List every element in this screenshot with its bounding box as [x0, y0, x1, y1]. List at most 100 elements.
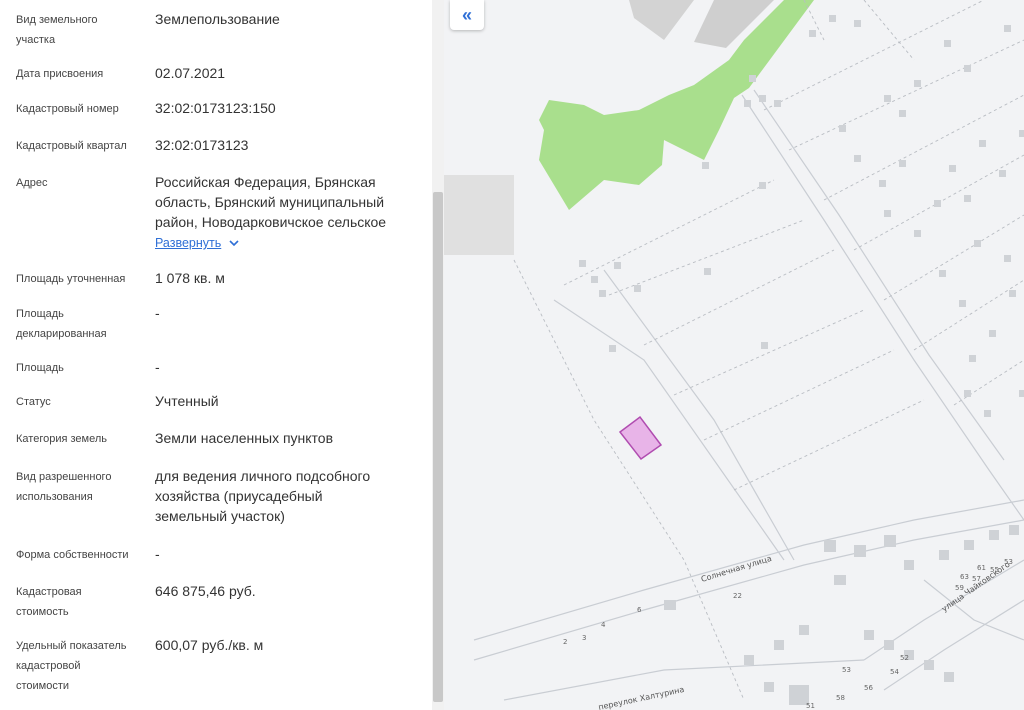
property-label-line: участка	[16, 34, 56, 46]
property-label-line: Площадь	[16, 362, 64, 374]
house-number: 61	[977, 564, 986, 572]
property-value-line: Учтенный	[155, 393, 219, 409]
house-number: 2	[563, 638, 567, 646]
property-value-line: 32:02:0173123	[155, 137, 249, 153]
property-label: Форма собственности	[16, 545, 148, 565]
house-number: 54	[890, 668, 899, 676]
property-label: Статус	[16, 392, 148, 412]
property-label-line: Удельный показатель	[16, 640, 127, 652]
house-number-labels: 22 6 4 2 3 63 61 59 57 55 53 5254 56 58 51 53	[563, 558, 1013, 710]
panel-scrollbar-thumb[interactable]	[433, 192, 443, 702]
property-label: Категория земель	[16, 429, 148, 449]
double-chevron-left-icon: «	[461, 4, 472, 25]
property-value-line: 646 875,46 руб.	[155, 583, 256, 599]
house-number: 6	[637, 606, 642, 614]
property-label: Вид земельного участка	[16, 10, 148, 50]
property-value: -	[155, 544, 420, 564]
property-value-line: область, Брянский муниципальный	[155, 194, 385, 210]
property-label-line: Вид разрешенного	[16, 471, 112, 483]
property-value: 600,07 руб./кв. м	[155, 635, 420, 655]
property-value-line: для ведения личного подсобного	[155, 468, 371, 484]
property-value-line: 600,07 руб./кв. м	[155, 637, 264, 653]
house-number: 57	[972, 575, 981, 583]
property-value: -	[155, 357, 420, 377]
street-label-solnechnaya: Солнечная улица	[700, 554, 773, 584]
property-label: Адрес	[16, 173, 148, 193]
property-label: Кадастровая стоимость	[16, 582, 148, 622]
property-value-line: Земли населенных пунктов	[155, 430, 334, 446]
house-number: 59	[955, 584, 964, 592]
house-number: 53	[842, 666, 851, 674]
property-label-line: декларированная	[16, 328, 107, 340]
property-label: Площадь	[16, 358, 148, 378]
property-value-line: хозяйства (приусадебный	[155, 488, 323, 504]
property-label-line: Дата присвоения	[16, 68, 104, 80]
house-number: 55	[990, 566, 999, 574]
cadastral-map[interactable]: Солнечная улица улица Чайковского переул…	[444, 0, 1024, 710]
house-number: 22	[733, 592, 742, 600]
house-number: 63	[960, 573, 969, 581]
parcel-boundaries	[513, 0, 1024, 701]
address-expand-label: Развернуть	[155, 236, 222, 250]
property-value: Землепользование	[155, 9, 420, 29]
property-value-line: -	[155, 305, 160, 321]
selected-parcel	[618, 415, 663, 461]
property-label: Дата присвоения	[16, 64, 148, 84]
house-number: 56	[864, 684, 873, 692]
building-block	[444, 175, 514, 255]
property-label: Площадь уточненная	[16, 269, 148, 289]
property-value: 646 875,46 руб.	[155, 581, 420, 601]
property-label-line: Кадастровый номер	[16, 103, 119, 115]
property-value[interactable]: 32:02:0173123:150	[155, 98, 420, 118]
property-value-line: -	[155, 359, 160, 375]
house-number: 4	[601, 621, 606, 629]
property-label-line: Форма собственности	[16, 549, 129, 561]
house-number: 58	[836, 694, 845, 702]
property-label-line: Кадастровый квартал	[16, 140, 127, 152]
property-value: для ведения личного подсобного хозяйства …	[155, 466, 420, 526]
house-number: 3	[582, 634, 586, 642]
chevron-down-icon	[229, 236, 239, 250]
property-label: Кадастровый номер	[16, 99, 148, 119]
street-label-khalturina: переулок Халтурина	[598, 685, 686, 710]
property-value-line: район, Новодарковичское сельское	[155, 214, 387, 230]
property-value-line: 1 078 кв. м	[155, 270, 225, 286]
property-value-line: 02.07.2021	[155, 65, 226, 81]
property-label-line: Статус	[16, 396, 51, 408]
property-label-line: Адрес	[16, 177, 48, 189]
property-value-line: Российская Федерация, Брянская	[155, 174, 376, 190]
property-label-line: кадастровой	[16, 660, 81, 672]
property-label-line: Категория земель	[16, 433, 107, 445]
property-value: 1 078 кв. м	[155, 268, 420, 288]
property-value-line: Землепользование	[155, 11, 280, 27]
property-value: Российская Федерация, Брянская область, Б…	[155, 172, 420, 232]
house-number: 51	[806, 702, 815, 710]
green-area	[539, 0, 814, 210]
building-block	[629, 0, 694, 40]
property-label-line: Вид земельного	[16, 14, 98, 26]
house-number: 53	[1004, 558, 1013, 566]
property-panel: Вид земельного участка Землепользование Дат…	[0, 0, 432, 710]
property-value-line: 32:02:0173123:150	[155, 100, 276, 116]
collapse-panel-button[interactable]: «	[450, 0, 484, 30]
property-value: 02.07.2021	[155, 63, 420, 83]
property-label: Площадь декларированная	[16, 304, 148, 344]
property-value: Земли населенных пунктов	[155, 428, 420, 448]
house-number: 52	[900, 654, 909, 662]
property-label-line: стоимость	[16, 606, 69, 618]
property-label-line: Кадастровая	[16, 586, 82, 598]
property-label-line: Площадь уточненная	[16, 273, 126, 285]
property-value-line: -	[155, 546, 160, 562]
address-expand-link[interactable]: Развернуть	[155, 236, 239, 250]
property-value-line: земельный участок)	[155, 508, 285, 524]
street-label-tchaikovskogo: улица Чайковского	[940, 560, 1012, 614]
property-label: Кадастровый квартал	[16, 136, 148, 156]
property-value: Учтенный	[155, 391, 420, 411]
property-label: Вид разрешенного использования	[16, 467, 148, 507]
property-value: 32:02:0173123	[155, 135, 420, 155]
property-label-line: стоимости	[16, 680, 70, 692]
property-label-line: использования	[16, 491, 93, 503]
property-value: -	[155, 303, 420, 323]
property-label: Удельный показатель кадастровой стоимости	[16, 636, 148, 696]
property-label-line: Площадь	[16, 308, 64, 320]
